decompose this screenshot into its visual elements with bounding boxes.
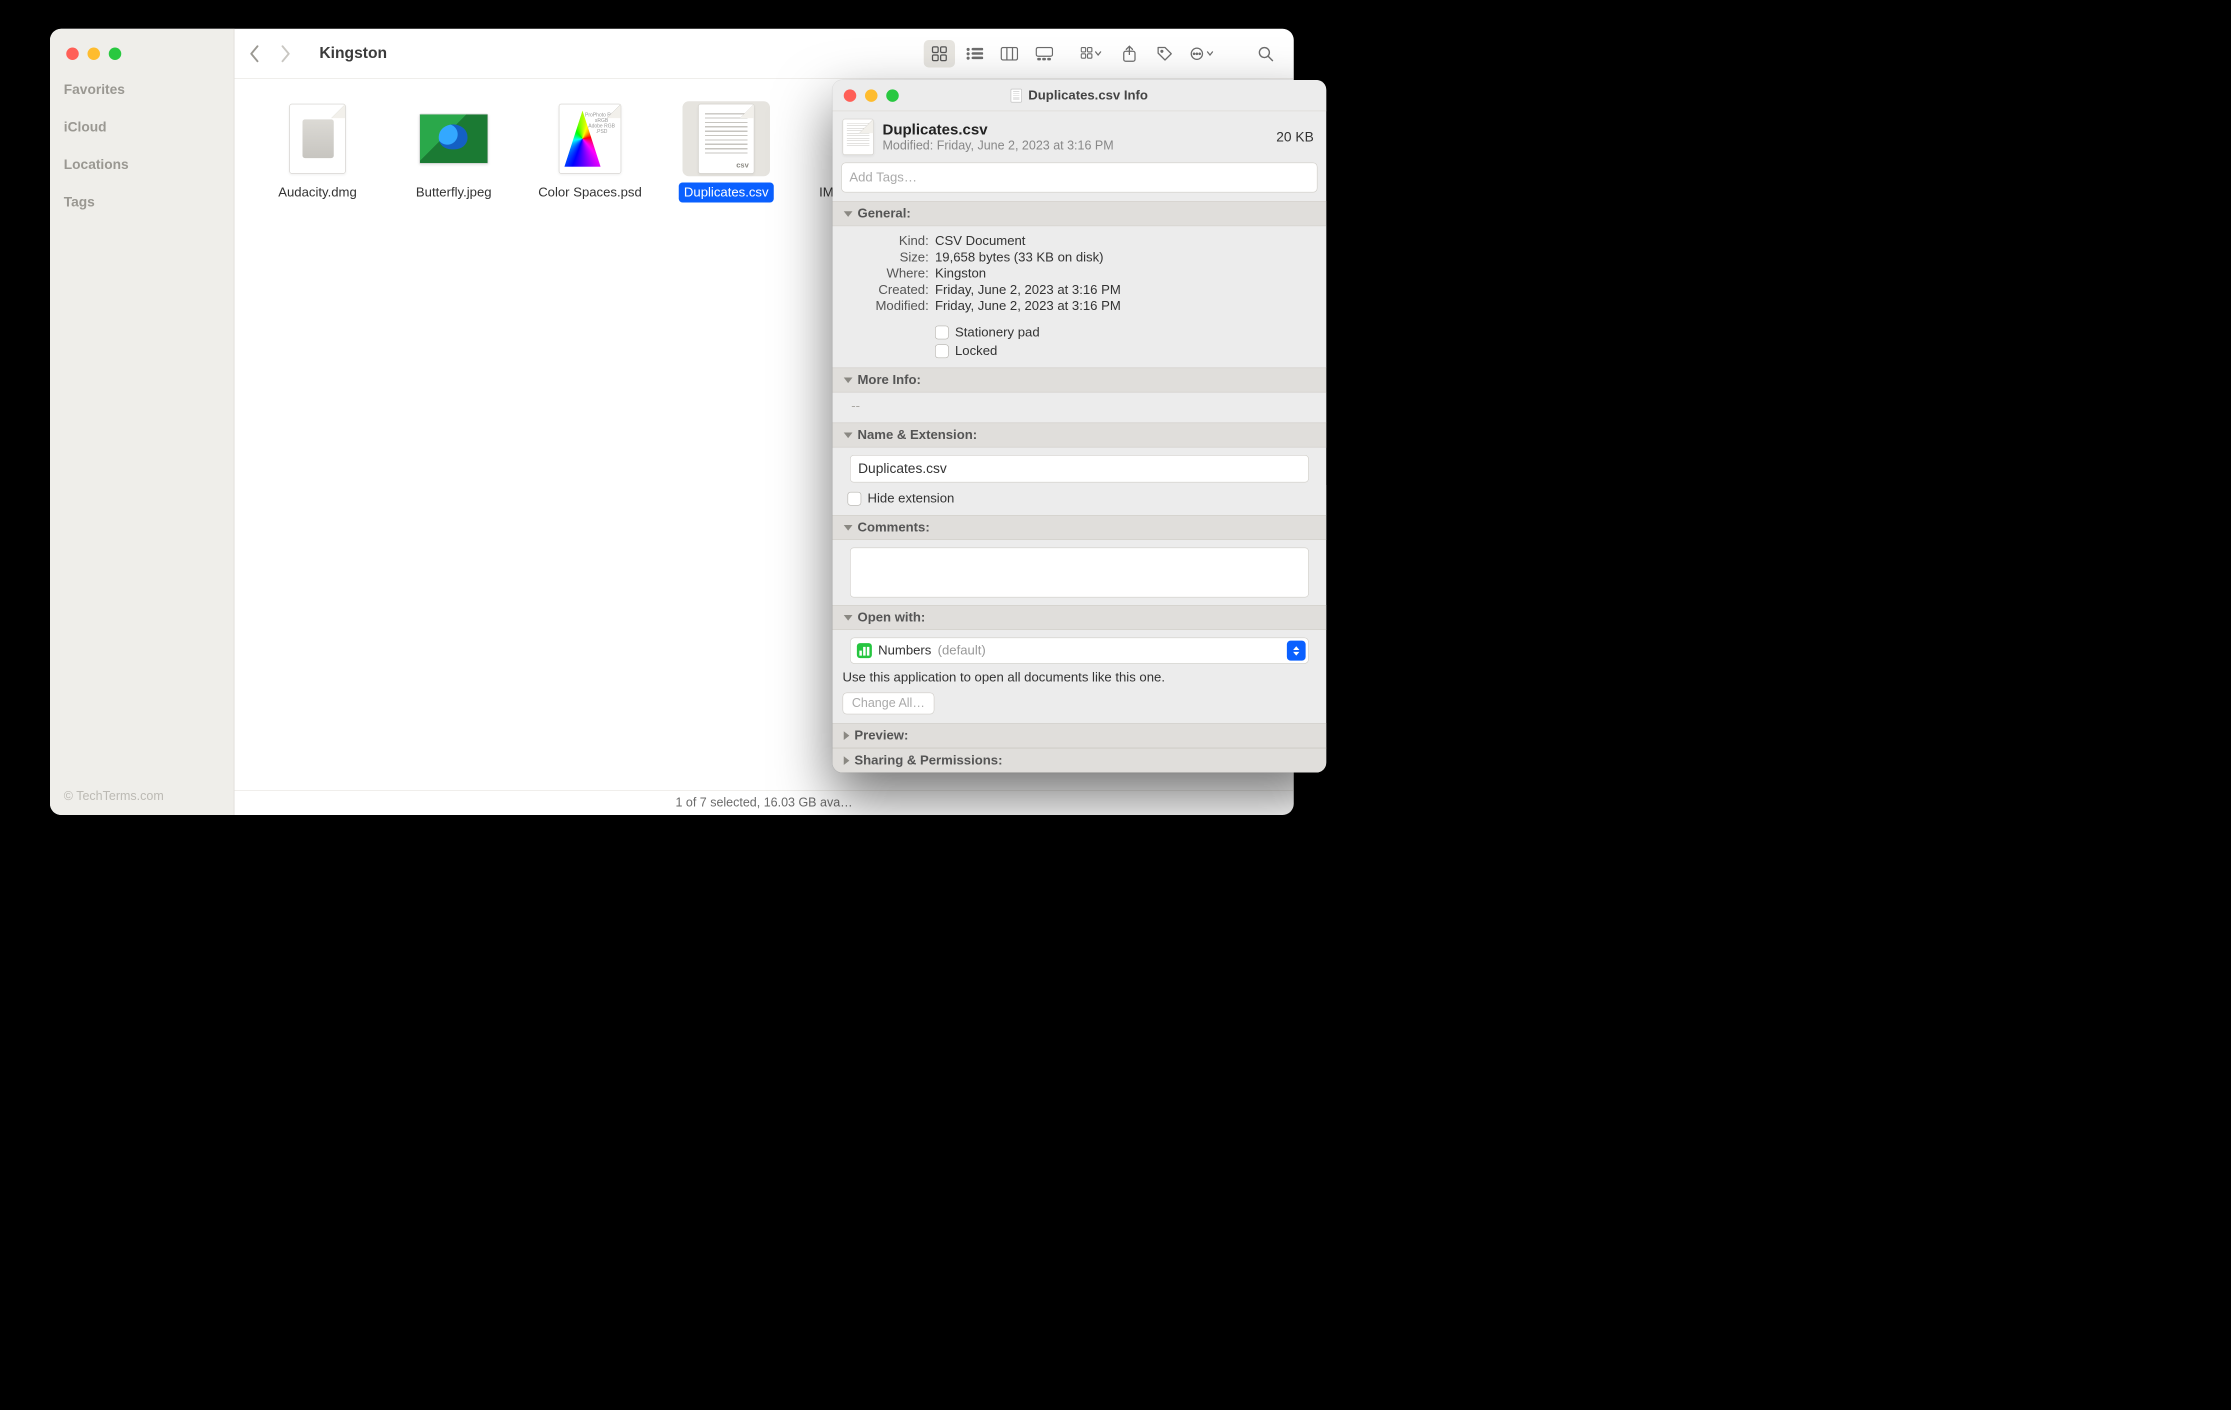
gallery-view-button[interactable] xyxy=(1029,40,1060,68)
file-item-selected[interactable]: csv Duplicates.csv xyxy=(661,101,792,202)
back-button[interactable] xyxy=(241,40,269,68)
file-icon xyxy=(274,101,362,176)
comments-input[interactable] xyxy=(850,548,1309,598)
window-controls xyxy=(50,43,234,61)
info-header: Duplicates.csv Modified: Friday, June 2,… xyxy=(833,111,1327,162)
chevron-down-icon xyxy=(844,615,853,621)
chevron-down-icon xyxy=(844,525,853,531)
search-button[interactable] xyxy=(1250,40,1281,68)
info-size-short: 20 KB xyxy=(1276,129,1313,145)
action-menu-button[interactable] xyxy=(1184,40,1222,68)
view-switcher xyxy=(924,40,1060,68)
zoom-button[interactable] xyxy=(109,48,122,61)
file-label: Audacity.dmg xyxy=(273,183,362,203)
file-item[interactable]: Butterfly.jpeg xyxy=(388,101,519,202)
toolbar-actions xyxy=(1073,40,1282,68)
info-titlebar: Duplicates.csv Info xyxy=(833,80,1327,111)
finder-sidebar: Favorites iCloud Locations Tags © TechTe… xyxy=(50,29,234,815)
locked-checkbox[interactable]: Locked xyxy=(935,344,1311,359)
file-item[interactable]: ProPhoto RGBsRGBAdobe RGB.PSD Color Spac… xyxy=(524,101,655,202)
minimize-button[interactable] xyxy=(88,48,101,61)
modified-value: Friday, June 2, 2023 at 3:16 PM xyxy=(935,299,1311,314)
list-view-button[interactable] xyxy=(959,40,990,68)
file-item[interactable]: Audacity.dmg xyxy=(252,101,383,202)
icon-view-button[interactable] xyxy=(924,40,955,68)
share-button[interactable] xyxy=(1114,40,1145,68)
chevron-right-icon xyxy=(844,756,850,765)
group-by-button[interactable] xyxy=(1073,40,1111,68)
stationery-checkbox[interactable]: Stationery pad xyxy=(935,325,1311,340)
file-label: Duplicates.csv xyxy=(679,183,774,203)
file-icon: ProPhoto RGBsRGBAdobe RGB.PSD xyxy=(546,101,634,176)
info-window: Duplicates.csv Info Duplicates.csv Modif… xyxy=(833,80,1327,773)
sidebar-group-locations[interactable]: Locations xyxy=(50,135,234,173)
open-with-hint: Use this application to open all documen… xyxy=(833,664,1327,692)
status-bar: 1 of 7 selected, 16.03 GB ava… xyxy=(234,790,1293,815)
info-window-title: Duplicates.csv Info xyxy=(833,88,1327,103)
finder-toolbar: Kingston xyxy=(234,29,1293,79)
tags-input[interactable]: Add Tags… xyxy=(841,163,1317,193)
close-button[interactable] xyxy=(66,48,79,61)
section-moreinfo-header[interactable]: More Info: xyxy=(833,368,1327,393)
where-value: Kingston xyxy=(935,266,1311,281)
section-comments-header[interactable]: Comments: xyxy=(833,515,1327,540)
change-all-button[interactable]: Change All… xyxy=(843,693,935,715)
open-with-select[interactable]: Numbers (default) xyxy=(850,638,1309,664)
section-nameext-header[interactable]: Name & Extension: xyxy=(833,423,1327,448)
chevron-down-icon xyxy=(844,377,853,383)
hide-extension-checkbox[interactable]: Hide extension xyxy=(848,491,1312,506)
section-moreinfo-body: -- xyxy=(833,393,1327,423)
info-modified-header: Modified: Friday, June 2, 2023 at 3:16 P… xyxy=(883,138,1268,152)
file-label: Butterfly.jpeg xyxy=(411,183,497,203)
select-arrows-icon xyxy=(1287,641,1306,661)
tags-button[interactable] xyxy=(1149,40,1180,68)
info-filename: Duplicates.csv xyxy=(883,121,1268,139)
numbers-app-icon xyxy=(857,643,872,658)
section-general-header[interactable]: General: xyxy=(833,201,1327,226)
sidebar-group-tags[interactable]: Tags xyxy=(50,173,234,211)
size-value: 19,658 bytes (33 KB on disk) xyxy=(935,250,1311,265)
filename-input[interactable]: Duplicates.csv xyxy=(850,455,1309,483)
chevron-right-icon xyxy=(844,731,850,740)
document-icon xyxy=(1011,88,1022,102)
forward-button[interactable] xyxy=(272,40,300,68)
chevron-down-icon xyxy=(844,211,853,217)
sidebar-group-icloud[interactable]: iCloud xyxy=(50,98,234,136)
section-openwith-header[interactable]: Open with: xyxy=(833,605,1327,630)
section-general-body: Kind:CSV Document Size:19,658 bytes (33 … xyxy=(833,226,1327,367)
column-view-button[interactable] xyxy=(994,40,1025,68)
chevron-down-icon xyxy=(844,432,853,438)
kind-value: CSV Document xyxy=(935,234,1311,249)
document-icon xyxy=(843,119,874,155)
window-title: Kingston xyxy=(319,44,387,62)
watermark: © TechTerms.com xyxy=(64,789,164,803)
file-icon xyxy=(410,101,498,176)
sidebar-group-favorites[interactable]: Favorites xyxy=(50,60,234,98)
section-preview-header[interactable]: Preview: xyxy=(833,723,1327,748)
section-sharing-header[interactable]: Sharing & Permissions: xyxy=(833,748,1327,772)
file-icon: csv xyxy=(683,101,771,176)
file-label: Color Spaces.psd xyxy=(533,183,647,203)
created-value: Friday, June 2, 2023 at 3:16 PM xyxy=(935,283,1311,298)
